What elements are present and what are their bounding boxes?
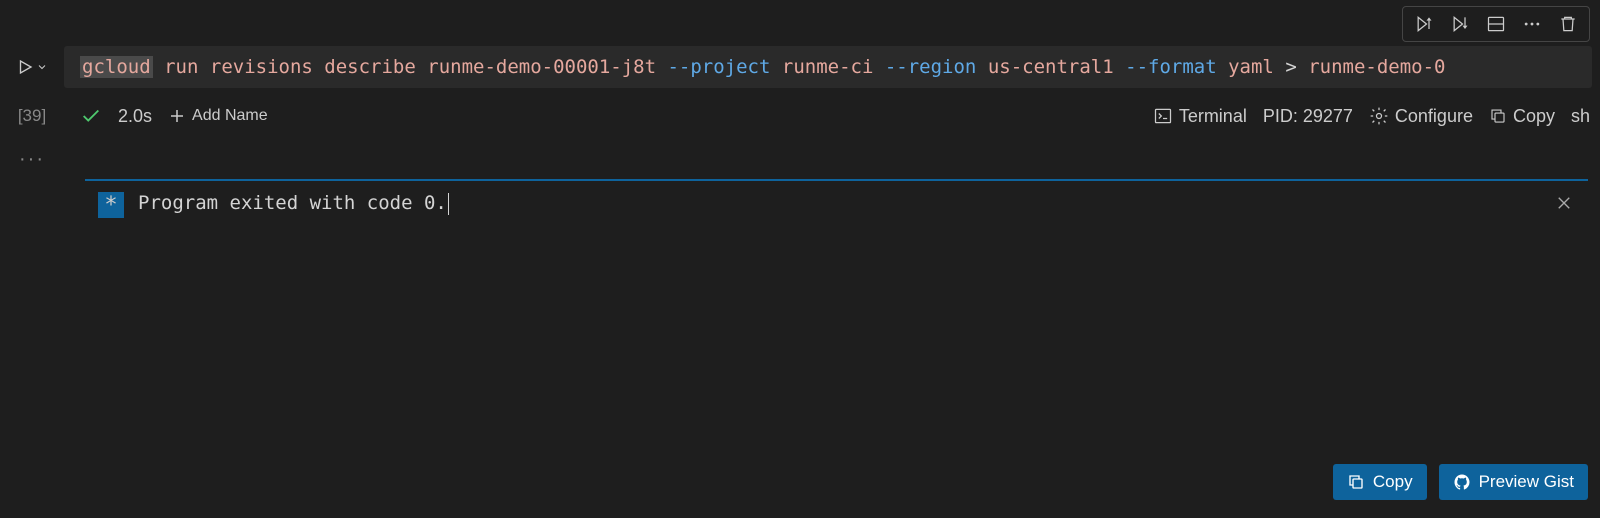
code-flag: --format — [1125, 56, 1217, 78]
success-check-icon — [80, 105, 102, 127]
code-flag-value: us-central1 — [988, 56, 1114, 78]
code-output-target: runme-demo-0 — [1308, 56, 1445, 78]
code-cell-row: gcloud run revisions describe runme-demo… — [0, 40, 1600, 94]
cell-index-label: [39] — [0, 106, 64, 126]
run-cell-button[interactable] — [0, 58, 64, 76]
configure-label: Configure — [1395, 106, 1473, 127]
code-flag-value: runme-ci — [782, 56, 874, 78]
output-panel[interactable]: * Program exited with code 0. — [85, 179, 1588, 181]
code-arg: describe — [324, 56, 416, 78]
copy-output-label: Copy — [1373, 472, 1413, 492]
code-flag-value: yaml — [1228, 56, 1274, 78]
duration-label: 2.0s — [118, 106, 152, 127]
code-flag: --project — [667, 56, 770, 78]
code-arg: run — [164, 56, 198, 78]
add-name-label: Add Name — [192, 107, 268, 125]
output-actions: Copy Preview Gist — [1333, 464, 1588, 500]
output-badge: * — [98, 192, 124, 218]
code-arg: runme-demo-00001-j8t — [427, 56, 656, 78]
shell-label: sh — [1571, 106, 1590, 127]
delete-cell-button[interactable] — [1551, 9, 1585, 39]
code-redirect: > — [1285, 56, 1296, 78]
cell-toolbar — [1402, 6, 1590, 42]
close-output-button[interactable] — [1555, 194, 1573, 212]
cell-status-bar: [39] 2.0s Add Name Terminal PID: 29277 C… — [0, 94, 1600, 138]
split-cell-button[interactable] — [1479, 9, 1513, 39]
configure-button[interactable]: Configure — [1369, 106, 1473, 127]
copy-label: Copy — [1513, 106, 1555, 127]
terminal-label: Terminal — [1179, 106, 1247, 127]
copy-output-button[interactable]: Copy — [1333, 464, 1427, 500]
code-command: gcloud — [80, 56, 153, 78]
more-actions-button[interactable] — [1515, 9, 1549, 39]
cell-output-menu[interactable]: ··· — [0, 138, 64, 171]
copy-command-button[interactable]: Copy — [1489, 106, 1555, 127]
preview-gist-label: Preview Gist — [1479, 472, 1574, 492]
output-text: Program exited with code 0. — [138, 192, 449, 215]
execute-above-button[interactable] — [1407, 9, 1441, 39]
add-name-button[interactable]: Add Name — [168, 107, 268, 125]
code-input[interactable]: gcloud run revisions describe runme-demo… — [64, 46, 1592, 88]
preview-gist-button[interactable]: Preview Gist — [1439, 464, 1588, 500]
code-arg: revisions — [210, 56, 313, 78]
terminal-button[interactable]: Terminal — [1153, 106, 1247, 127]
pid-label: PID: 29277 — [1263, 106, 1353, 127]
code-flag: --region — [885, 56, 977, 78]
execute-below-button[interactable] — [1443, 9, 1477, 39]
